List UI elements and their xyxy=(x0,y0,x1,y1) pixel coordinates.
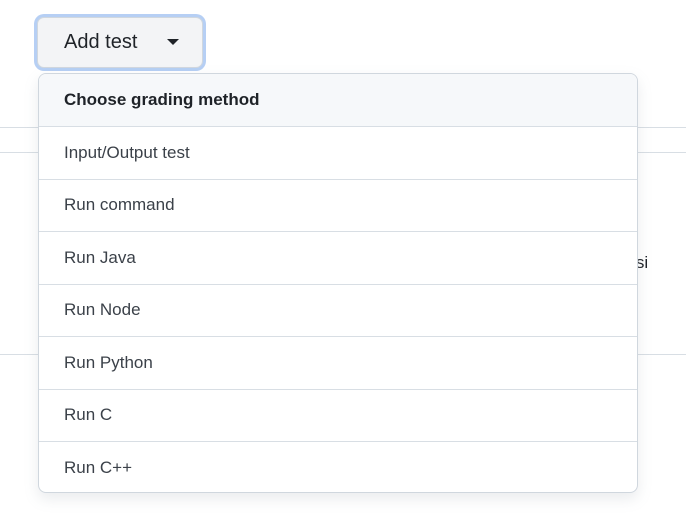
menu-item-run-c[interactable]: Run C xyxy=(39,388,637,442)
menu-item-run-java[interactable]: Run Java xyxy=(39,231,637,284)
menu-item-input-output-test[interactable]: Input/Output test xyxy=(39,126,637,179)
menu-item-run-python[interactable]: Run Python xyxy=(39,336,637,389)
add-test-button-label: Add test xyxy=(64,31,138,53)
menu-item-run-node[interactable]: Run Node xyxy=(39,283,637,337)
menu-header: Choose grading method xyxy=(39,74,637,126)
grading-method-menu: Choose grading method Input/Output test … xyxy=(38,73,638,493)
menu-item-run-command[interactable]: Run command xyxy=(39,178,637,232)
add-test-button[interactable]: Add test xyxy=(37,17,203,68)
caret-down-icon xyxy=(167,39,179,45)
menu-item-run-cpp[interactable]: Run C++ xyxy=(39,441,637,492)
